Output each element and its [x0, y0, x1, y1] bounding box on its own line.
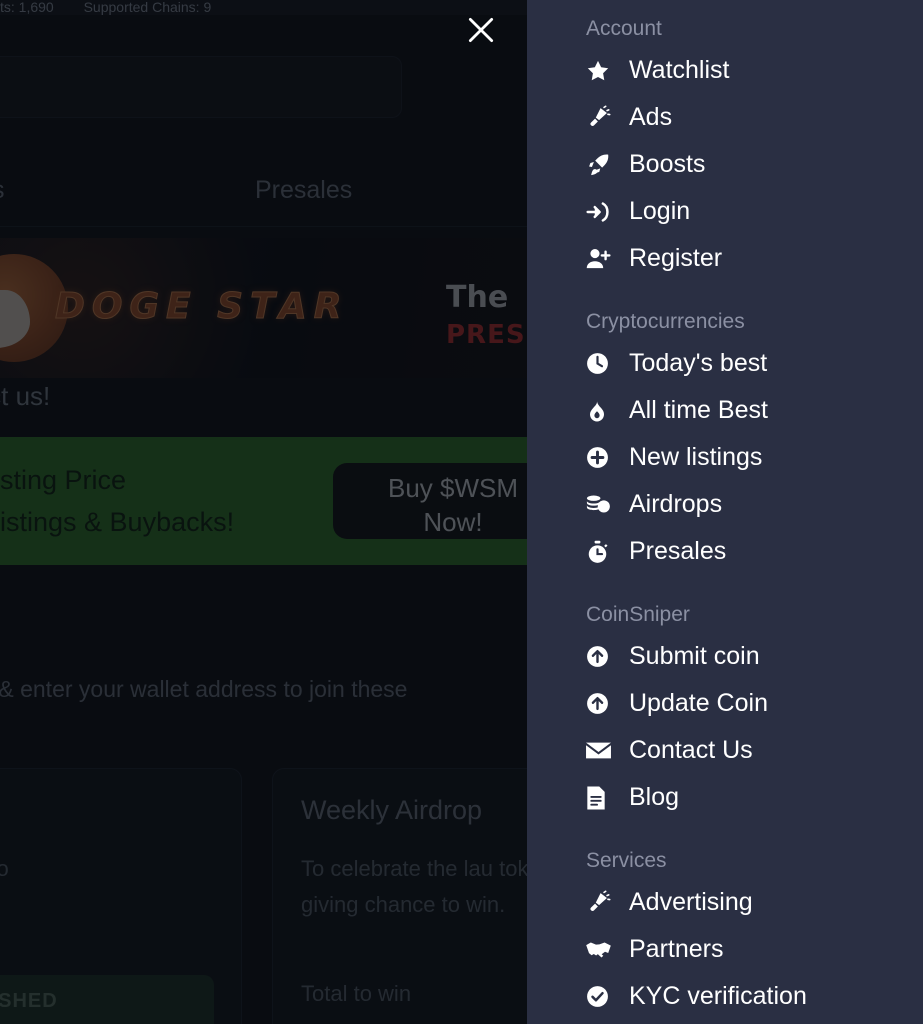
- menu-section-services: Services Advertising Partners KYC verificat…: [527, 842, 923, 1020]
- menu-item-label: Partners: [629, 935, 724, 963]
- menu-item-label: Update Coin: [629, 689, 768, 717]
- menu-item-blog[interactable]: Blog: [527, 774, 923, 821]
- menu-item-label: Ads: [629, 103, 673, 131]
- menu-item-advertising[interactable]: Advertising: [527, 879, 923, 926]
- megaphone-icon: [585, 889, 619, 916]
- menu-item-partners[interactable]: Partners: [527, 926, 923, 973]
- megaphone-icon: [585, 104, 619, 131]
- menu-item-update-coin[interactable]: Update Coin: [527, 680, 923, 727]
- login-arrow-icon: [585, 199, 619, 225]
- menu-item-label: KYC verification: [629, 982, 807, 1010]
- menu-item-submit-coin[interactable]: Submit coin: [527, 633, 923, 680]
- menu-item-ads[interactable]: Ads: [527, 94, 923, 141]
- star-icon: [585, 58, 619, 84]
- menu-item-label: Submit coin: [629, 642, 760, 670]
- menu-item-label: Today's best: [629, 349, 768, 377]
- close-icon: [468, 17, 494, 43]
- menu-item-label: Presales: [629, 537, 727, 565]
- menu-item-contact-us[interactable]: Contact Us: [527, 727, 923, 774]
- menu-item-airdrops[interactable]: Airdrops: [527, 481, 923, 528]
- menu-item-login[interactable]: Login: [527, 188, 923, 235]
- section-title: Cryptocurrencies: [586, 310, 745, 333]
- menu-item-label: Blog: [629, 783, 680, 811]
- rocket-icon: [585, 152, 619, 178]
- menu-item-watchlist[interactable]: Watchlist: [527, 47, 923, 94]
- section-title: CoinSniper: [586, 603, 690, 626]
- menu-item-label: Boosts: [629, 150, 706, 178]
- navigation-drawer: Account Watchlist Ads Boosts Login Register Cr…: [527, 0, 923, 1024]
- menu-section-coinsniper: CoinSniper Submit coin Update Coin Contact …: [527, 596, 923, 821]
- menu-item-label: Watchlist: [629, 56, 730, 84]
- section-title: Services: [586, 849, 667, 872]
- menu-item-label: Airdrops: [629, 490, 723, 518]
- menu-item-kyc-verification[interactable]: KYC verification: [527, 973, 923, 1020]
- menu-section-cryptocurrencies: Cryptocurrencies Today's best All time Bes…: [527, 303, 923, 575]
- handshake-icon: [585, 937, 619, 962]
- menu-item-label: All time Best: [629, 396, 768, 424]
- menu-item-label: Login: [629, 197, 691, 225]
- menu-item-presales[interactable]: Presales: [527, 528, 923, 575]
- menu-item-register[interactable]: Register: [527, 235, 923, 282]
- stopwatch-icon: [585, 539, 619, 565]
- arrow-up-circle-icon: [585, 644, 619, 669]
- user-plus-icon: [585, 246, 619, 272]
- flame-icon: [585, 398, 619, 424]
- menu-item-boosts[interactable]: Boosts: [527, 141, 923, 188]
- check-circle-icon: [585, 984, 619, 1009]
- menu-item-label: Register: [629, 244, 723, 272]
- envelope-icon: [585, 739, 619, 762]
- arrow-up-circle-icon: [585, 691, 619, 716]
- menu-item-label: New listings: [629, 443, 763, 471]
- menu-item-label: Advertising: [629, 888, 753, 916]
- menu-item-new-listings[interactable]: New listings: [527, 434, 923, 481]
- document-icon: [585, 785, 619, 811]
- menu-item-label: Contact Us: [629, 736, 753, 764]
- menu-section-account: Account Watchlist Ads Boosts Login Register: [527, 10, 923, 282]
- section-title: Account: [586, 17, 662, 40]
- clock-icon: [585, 351, 619, 376]
- plus-circle-icon: [585, 445, 619, 470]
- coins-icon: [585, 492, 619, 517]
- menu-item-all-time-best[interactable]: All time Best: [527, 387, 923, 434]
- close-menu-button[interactable]: [462, 8, 500, 52]
- menu-item-today-s-best[interactable]: Today's best: [527, 340, 923, 387]
